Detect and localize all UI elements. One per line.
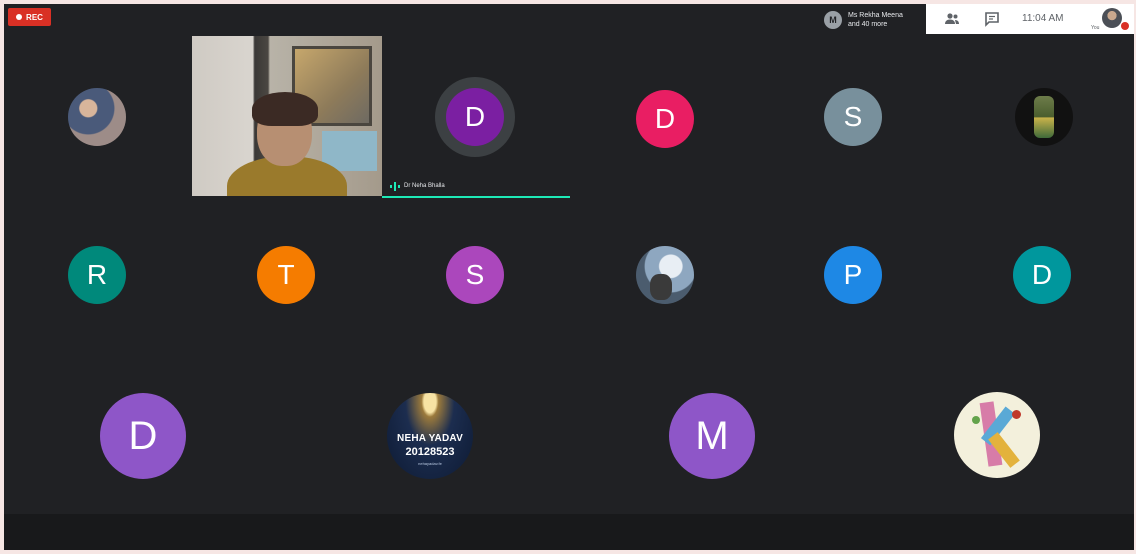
- participant-avatar: P: [824, 246, 882, 304]
- participant-avatar-photo: [954, 392, 1040, 478]
- top-bar: REC M Ms Rekha Meena and 40 more 11:04 A…: [4, 4, 1134, 36]
- active-speaker-bar: Dr Neha Bhalla: [382, 177, 570, 199]
- hand-image: [650, 274, 672, 300]
- self-avatar[interactable]: [1102, 8, 1122, 28]
- participant-avatar: T: [257, 246, 315, 304]
- participant-avatar-photo: NEHA YADAV 20128523 nehayadav.fe: [387, 393, 473, 479]
- chat-icon[interactable]: [984, 11, 1000, 27]
- participant-avatar: D: [100, 393, 186, 479]
- participant-avatar: D: [446, 88, 504, 146]
- presenter-more: and 40 more: [848, 21, 888, 28]
- presenter-chip[interactable]: M Ms Rekha Meena and 40 more: [824, 6, 924, 34]
- participant-avatar: S: [824, 88, 882, 146]
- speaker-highlight-line: [382, 196, 570, 198]
- participant-avatar-photo: [636, 246, 694, 304]
- participant-avatar: S: [446, 246, 504, 304]
- notification-dot-icon: [1121, 22, 1129, 30]
- presenter-avatar: M: [824, 11, 842, 29]
- audio-level-icon: [390, 182, 400, 193]
- people-icon[interactable]: [944, 11, 960, 27]
- speaker-name: Dr Neha Bhalla: [404, 183, 445, 189]
- bottom-bar: [4, 514, 1134, 550]
- participant-avatar-photo: [1015, 88, 1073, 146]
- meeting-controls: 11:04 AM You: [926, 4, 1134, 34]
- clock: 11:04 AM: [1022, 13, 1064, 24]
- recording-badge: REC: [8, 8, 51, 26]
- art-dot: [1012, 410, 1021, 419]
- participant-avatar-photo: [68, 88, 126, 146]
- presenter-text: Ms Rekha Meena and 40 more: [848, 11, 903, 29]
- person-hair: [252, 92, 318, 126]
- participant-video-tile[interactable]: [192, 36, 382, 196]
- recording-label: REC: [26, 12, 43, 22]
- avatar-text-handle: nehayadav.fe: [418, 461, 442, 466]
- art-dot: [972, 416, 980, 424]
- avatar-text-id: 20128523: [405, 446, 455, 458]
- participant-avatar: R: [68, 246, 126, 304]
- presenter-name: Ms Rekha Meena: [848, 12, 903, 19]
- avatar-text-name: NEHA YADAV: [397, 433, 463, 444]
- you-label: You: [1091, 25, 1100, 31]
- plant-image: [1034, 96, 1054, 138]
- record-dot-icon: [16, 14, 23, 20]
- participant-avatar: M: [669, 393, 755, 479]
- participant-avatar: D: [1013, 246, 1071, 304]
- meeting-grid: REC M Ms Rekha Meena and 40 more 11:04 A…: [4, 4, 1134, 550]
- participant-avatar: D: [636, 90, 694, 148]
